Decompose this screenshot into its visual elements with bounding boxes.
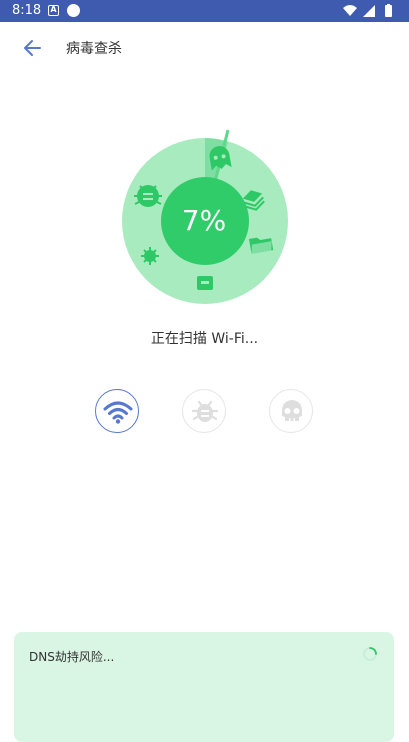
step-wifi [95, 389, 139, 433]
loading-spinner-icon [363, 647, 377, 661]
circle-notification-icon [67, 4, 80, 17]
risk-item-label: DNS劫持风险... [29, 650, 115, 664]
wifi-icon [343, 5, 357, 16]
accessibility-icon: A [48, 5, 59, 16]
status-bar: 8:18 A [0, 0, 409, 22]
system-status-icons [343, 4, 392, 17]
page-title: 病毒查杀 [66, 41, 122, 57]
scan-status-text: 正在扫描 Wi-Fi... [150, 331, 259, 347]
signal-icon [363, 5, 375, 17]
step-threat [269, 389, 313, 433]
bug-icon [191, 400, 219, 422]
scan-percentage: 7% [181, 204, 227, 237]
app-bar: 病毒查杀 [0, 22, 409, 74]
battery-icon [385, 5, 392, 17]
skull-icon [282, 400, 302, 421]
status-time: 8:18 [12, 3, 42, 18]
wifi-icon [103, 401, 133, 424]
chip-icon [197, 276, 213, 290]
arrow-left-icon[interactable] [20, 35, 46, 61]
step-virus [182, 389, 226, 433]
risk-card: DNS劫持风险... [14, 632, 394, 742]
